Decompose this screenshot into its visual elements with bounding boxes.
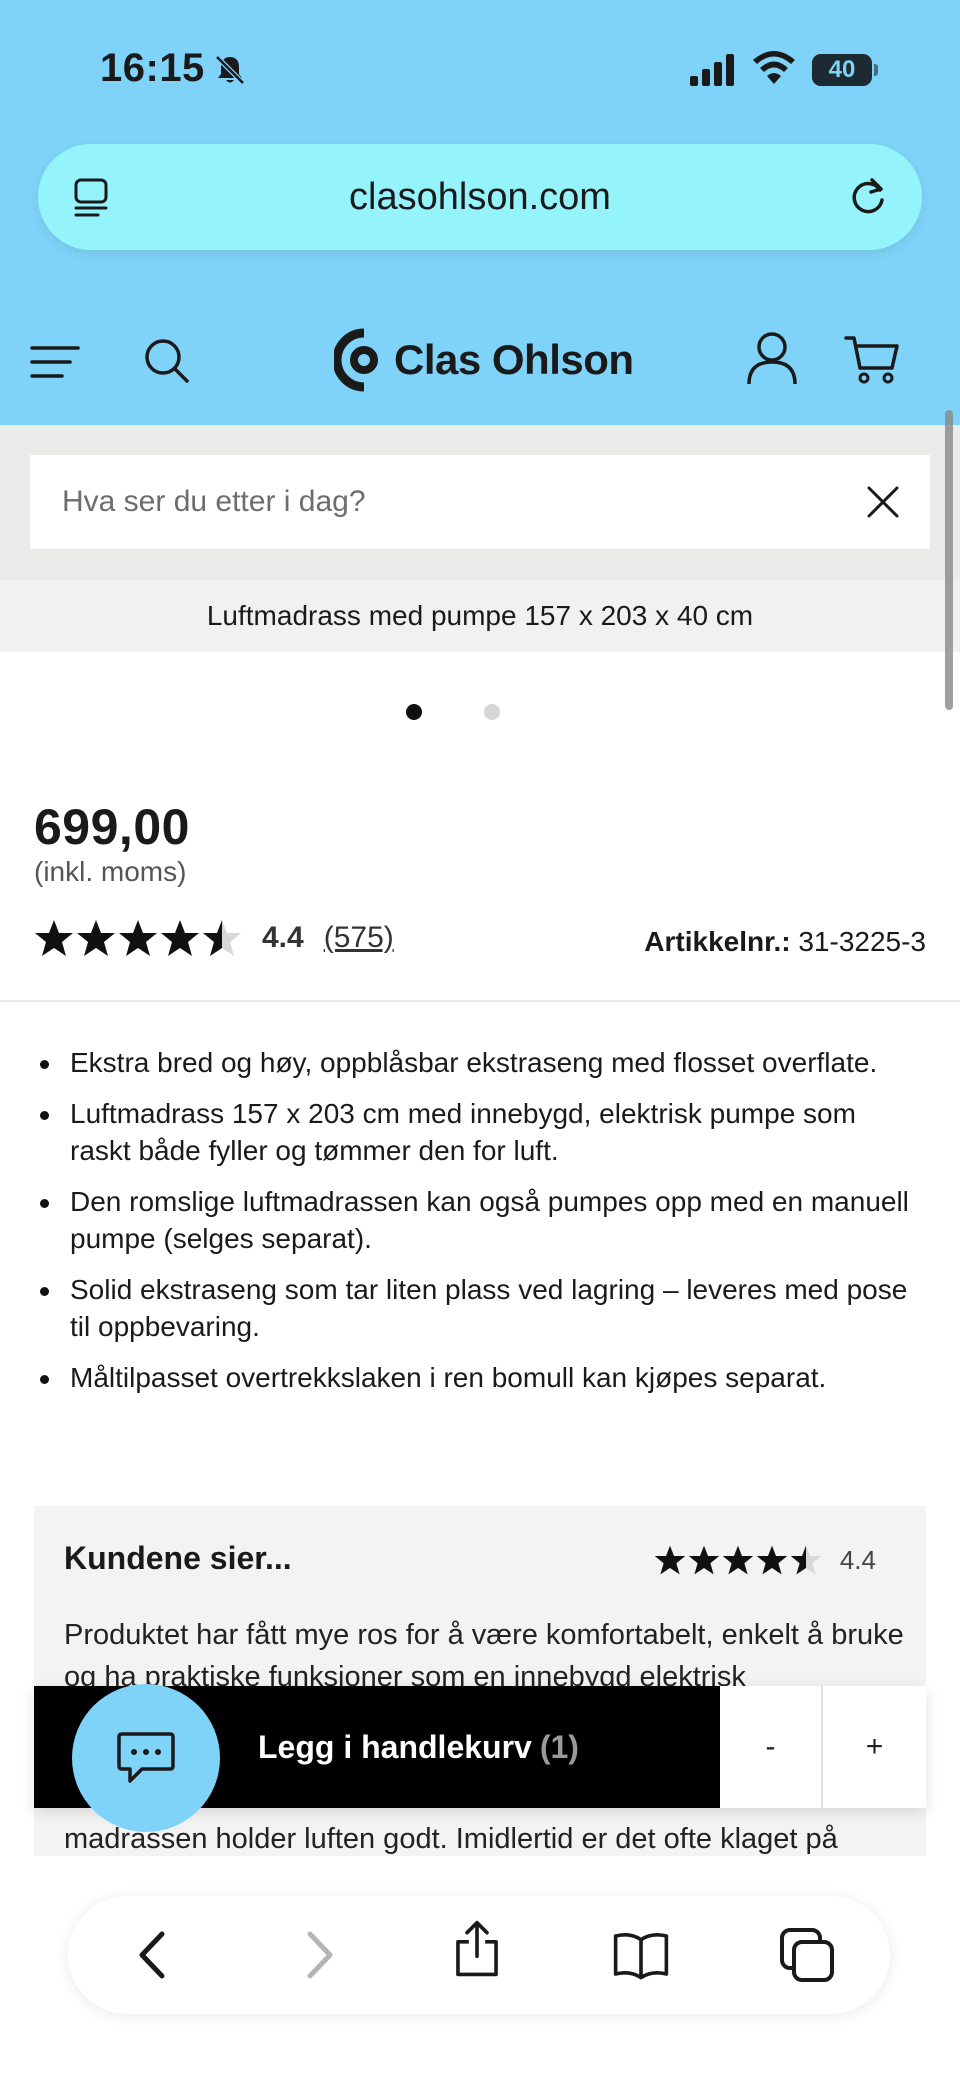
star-partial-icon <box>790 1545 822 1575</box>
product-title: Luftmadrass med pumpe 157 x 203 x 40 cm <box>0 580 960 652</box>
wifi-icon <box>753 51 795 84</box>
quantity-decrease-button[interactable]: - <box>720 1686 823 1808</box>
star-full-icon <box>35 920 73 956</box>
battery-icon: 40 <box>812 52 878 88</box>
bell-slash-icon <box>215 55 245 85</box>
article-label: Artikkelnr.: <box>644 926 791 957</box>
battery-level: 40 <box>828 56 856 83</box>
star-full-icon <box>77 920 115 956</box>
star-full-icon <box>722 1545 754 1575</box>
brand-logo-mark-icon <box>334 328 378 392</box>
article-value: 31-3225-3 <box>798 926 926 957</box>
star-full-icon <box>688 1545 720 1575</box>
address-bar[interactable]: clasohlson.com <box>38 144 922 250</box>
back-icon[interactable] <box>124 1926 182 1984</box>
carousel-dot-active[interactable] <box>406 704 422 720</box>
review-summary-rating: 4.4 <box>654 1544 876 1576</box>
search-box[interactable] <box>30 455 930 549</box>
article-number: Artikkelnr.: 31-3225-3 <box>644 926 926 958</box>
review-summary-value: 4.4 <box>839 1544 876 1575</box>
star-full-icon <box>161 920 199 956</box>
star-full-icon <box>654 1545 686 1575</box>
browser-bottom-area <box>0 1856 960 2081</box>
review-summary-title: Kundene sier... <box>64 1540 292 1576</box>
brand-logo[interactable]: Clas Ohlson <box>334 322 634 398</box>
cart-icon[interactable] <box>844 332 900 386</box>
product-rating: 4.4 (575) <box>34 916 394 960</box>
add-to-cart-label-wrap: Legg i handlekurv (1) <box>258 1686 579 1808</box>
search-icon[interactable] <box>142 336 190 384</box>
tabs-icon[interactable] <box>778 1926 836 1984</box>
bookmarks-icon[interactable] <box>612 1926 670 1984</box>
close-icon[interactable] <box>866 485 900 519</box>
carousel-dot[interactable] <box>484 704 500 720</box>
reload-icon[interactable] <box>844 172 892 220</box>
page-scrollbar[interactable] <box>945 410 953 710</box>
cart-count: (1) <box>539 1729 579 1765</box>
status-bar: 16:15 40 <box>0 0 960 140</box>
review-count-link[interactable]: (575) <box>324 921 394 955</box>
chat-button[interactable] <box>72 1684 220 1832</box>
top-bar-area: 16:15 40 clasohlson.com Clas Ohlson <box>0 0 960 425</box>
add-to-cart-label: Legg i handlekurv <box>258 1729 532 1765</box>
feature-item: Luftmadrass 157 x 203 cm med innebygd, e… <box>34 1095 924 1169</box>
vat-note: (inkl. moms) <box>34 856 187 887</box>
divider <box>0 1000 960 1002</box>
review-summary-text-tail: madrassen holder luften godt. Imidlertid… <box>64 1818 924 1860</box>
url-text[interactable]: clasohlson.com <box>38 176 922 219</box>
star-partial-icon <box>203 920 241 956</box>
status-time: 16:15 <box>100 46 205 90</box>
rating-value: 4.4 <box>262 921 304 954</box>
feature-item: Den romslige luftmadrassen kan også pump… <box>34 1183 924 1257</box>
feature-item: Måltilpasset overtrekkslaken i ren bomul… <box>34 1359 924 1396</box>
product-price: 699,00 <box>34 799 190 855</box>
menu-icon[interactable] <box>30 340 82 384</box>
share-icon[interactable] <box>448 1920 506 1978</box>
rating-stars <box>34 918 244 958</box>
search-input[interactable] <box>62 455 842 549</box>
cellular-signal-icon <box>690 54 734 86</box>
browser-toolbar <box>68 1896 890 2014</box>
star-full-icon <box>119 920 157 956</box>
feature-item: Solid ekstraseng som tar liten plass ved… <box>34 1271 924 1345</box>
site-header: Clas Ohlson <box>0 310 960 410</box>
chat-icon <box>117 1732 175 1783</box>
search-section <box>0 425 960 580</box>
quantity-increase-button[interactable]: + <box>823 1686 926 1808</box>
star-full-icon <box>756 1545 788 1575</box>
image-carousel-dots <box>0 700 960 724</box>
product-features: Ekstra bred og høy, oppblåsbar ekstrasen… <box>34 1044 924 1410</box>
account-icon[interactable] <box>746 330 798 386</box>
feature-item: Ekstra bred og høy, oppblåsbar ekstrasen… <box>34 1044 924 1081</box>
brand-name: Clas Ohlson <box>394 336 634 383</box>
forward-icon[interactable] <box>290 1926 348 1984</box>
